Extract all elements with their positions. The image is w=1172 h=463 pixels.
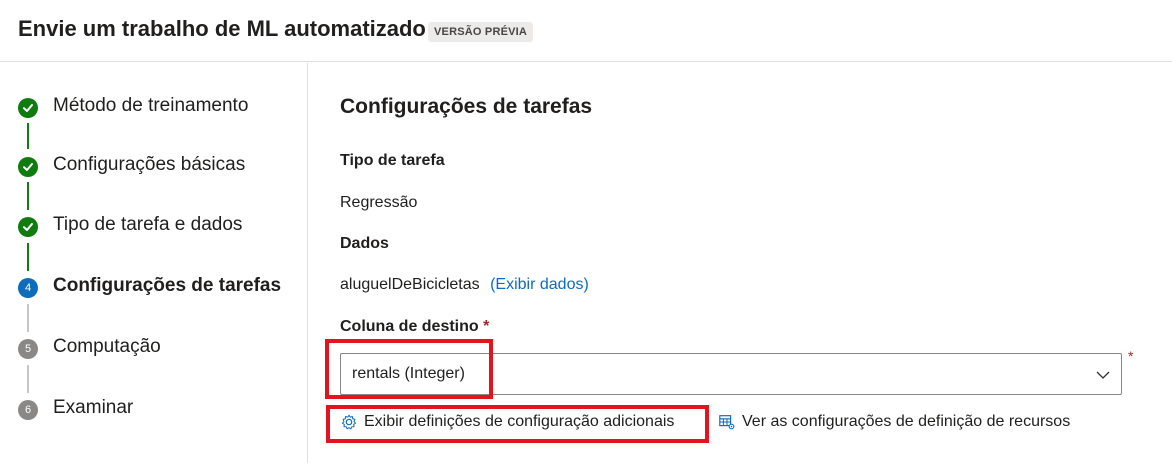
step-label: Examinar xyxy=(53,397,134,418)
required-indicator: * xyxy=(1128,348,1134,364)
additional-settings-link[interactable]: Exibir definições de configuração adicio… xyxy=(340,413,674,431)
step-label: Método de treinamento xyxy=(53,95,249,116)
step-connector xyxy=(27,182,29,210)
required-indicator: * xyxy=(483,318,490,335)
data-label: Dados xyxy=(340,235,389,252)
task-type-value: Regressão xyxy=(340,194,418,211)
task-type-label: Tipo de tarefa xyxy=(340,152,445,169)
section-title: Configurações de tarefas xyxy=(340,95,593,118)
checkmark-icon xyxy=(18,98,38,118)
preview-badge: VERSÃO PRÉVIA xyxy=(428,22,534,42)
page-header: Envie um trabalho de ML automatizado VER… xyxy=(0,0,1172,62)
checkmark-icon xyxy=(18,217,38,237)
step-connector xyxy=(27,365,29,393)
step-label: Computação xyxy=(53,336,161,357)
step-label: Tipo de tarefa e dados xyxy=(53,214,243,235)
featurization-settings-link[interactable]: Ver as configurações de definição de rec… xyxy=(718,413,1070,431)
step-number: 6 xyxy=(18,400,38,420)
target-column-value: rentals (Integer) xyxy=(352,365,465,382)
step-connector xyxy=(27,304,29,332)
gear-icon xyxy=(341,414,357,430)
step-label: Configurações básicas xyxy=(53,154,246,175)
step-connector xyxy=(27,243,29,271)
wizard-steps: Método de treinamento Configurações bási… xyxy=(0,63,308,463)
target-column-dropdown[interactable]: rentals (Integer) xyxy=(340,353,1122,395)
additional-settings-label: Exibir definições de configuração adicio… xyxy=(364,413,675,430)
step-label: Configurações de tarefas xyxy=(53,275,282,296)
data-row: aluguelDeBicicletas (Exibir dados) xyxy=(340,276,589,294)
featurization-settings-label: Ver as configurações de definição de rec… xyxy=(742,413,1071,430)
checkmark-icon xyxy=(18,157,38,177)
step-number: 4 xyxy=(18,278,38,298)
dataset-name: aluguelDeBicicletas xyxy=(340,276,480,293)
view-data-link[interactable]: (Exibir dados) xyxy=(490,276,589,293)
page-title: Envie um trabalho de ML automatizado xyxy=(18,16,426,41)
chevron-down-icon xyxy=(1096,371,1110,379)
step-number: 5 xyxy=(18,339,38,359)
target-column-label: Coluna de destino * xyxy=(340,318,489,336)
table-settings-icon xyxy=(719,415,735,430)
step-connector xyxy=(27,123,29,149)
target-column-label-text: Coluna de destino xyxy=(340,318,479,335)
